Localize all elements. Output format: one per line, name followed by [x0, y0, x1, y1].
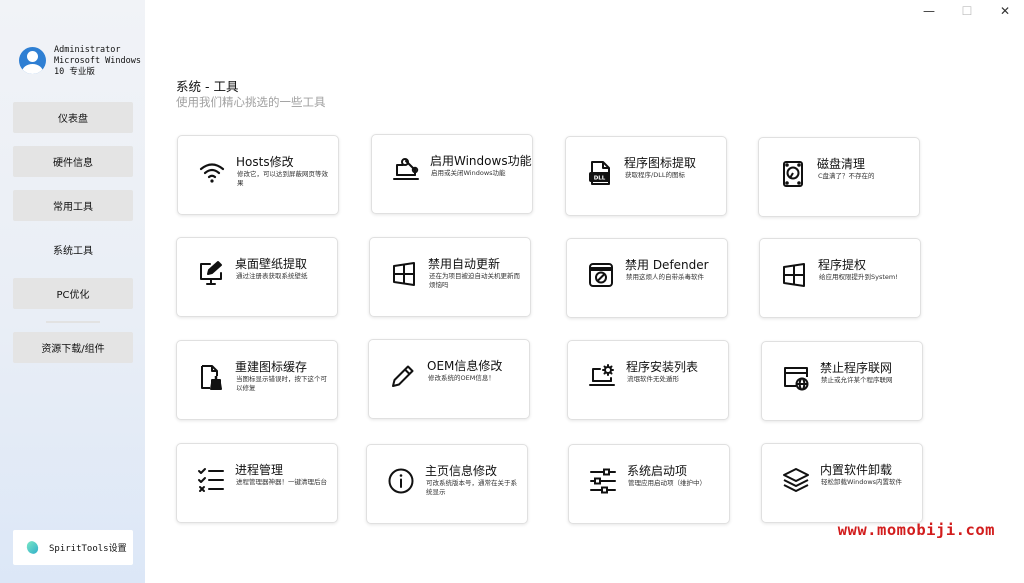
user-info: Administrator Microsoft Windows 10 专业版: [54, 45, 141, 78]
card-oem-info[interactable]: OEM信息修改 修改系统的OEM信息！: [368, 339, 530, 419]
user-name: Administrator: [54, 45, 121, 55]
os-edition: 10 专业版: [54, 67, 95, 77]
laptop-gear-icon: [588, 363, 616, 391]
os-name: Microsoft Windows: [54, 56, 141, 66]
info-icon: [387, 467, 415, 495]
card-title: Hosts修改: [236, 155, 294, 169]
card-wallpaper-extract[interactable]: 桌面壁纸提取 通过注册表获取系统壁纸: [176, 237, 338, 317]
card-desc: 获取程序/DLL的图标: [625, 171, 685, 179]
card-title: 程序图标提取: [624, 156, 697, 170]
avatar-icon: [19, 47, 46, 74]
card-title: 进程管理: [235, 463, 284, 477]
card-title: 程序安装列表: [626, 360, 699, 374]
minimize-button[interactable]: —: [910, 0, 948, 22]
card-desc: 轻松卸载Windows内置软件: [821, 478, 903, 486]
card-title: 禁用自动更新: [428, 257, 501, 271]
card-title: 内置软件卸载: [820, 463, 893, 477]
card-title: 程序提权: [818, 258, 867, 272]
card-homepage-info[interactable]: 主页信息修改 可改系统版本号，通常在关于系统显示: [366, 444, 528, 524]
laptop-wrench-icon: [392, 157, 420, 185]
card-title: 磁盘清理: [817, 157, 866, 171]
nav-downloads[interactable]: 资源下载/组件: [13, 332, 133, 363]
layers-icon: [782, 466, 810, 494]
card-desc: 管理应用启动项（维护中）: [628, 479, 706, 487]
card-title: 禁止程序联网: [820, 361, 893, 375]
nav-dashboard[interactable]: 仪表盘: [13, 102, 133, 133]
windows-logo-icon: [780, 261, 808, 289]
card-title: 禁用 Defender: [625, 258, 709, 272]
card-disk-cleanup[interactable]: 磁盘清理 C盘满了？不存在的: [758, 137, 920, 217]
globe-window-icon: [782, 364, 810, 392]
card-rebuild-icon-cache[interactable]: 重建图标缓存 当图标显示错误时，按下这个可以修复: [176, 340, 338, 420]
page-title: 系统 - 工具: [176, 79, 239, 94]
spirittools-logo-icon: [23, 539, 41, 557]
sidebar: Administrator Microsoft Windows 10 专业版 仪…: [0, 0, 145, 583]
card-title: 启用Windows功能: [430, 154, 532, 168]
settings-button[interactable]: SpiritTools设置: [13, 530, 133, 565]
wifi-icon: [198, 158, 226, 186]
nav-common-tools[interactable]: 常用工具: [13, 190, 133, 221]
card-desc: 进程管理器神器！一键清理后台: [236, 478, 327, 486]
card-desc: 还在为项目被迫自动关机更新而烦恼吗: [429, 272, 520, 289]
card-desc: 给应用权限提升到System!: [819, 273, 898, 281]
card-title: 重建图标缓存: [235, 360, 308, 374]
file-brush-icon: [197, 363, 225, 391]
nav-pc-optimize[interactable]: PC优化: [13, 278, 133, 309]
card-block-network[interactable]: 禁止程序联网 禁止或允许某个程序联网: [761, 341, 923, 421]
monitor-edit-icon: [197, 260, 225, 288]
card-startup-items[interactable]: 系统启动项 管理应用启动项（维护中）: [568, 444, 730, 524]
card-windows-features[interactable]: 启用Windows功能 启用或关闭Windows功能: [371, 134, 533, 214]
card-privilege[interactable]: 程序提权 给应用权限提升到System!: [759, 238, 921, 318]
watermark: www.momobiji.com: [837, 521, 995, 539]
checklist-icon: [197, 466, 225, 494]
card-process-manager[interactable]: 进程管理 进程管理器神器！一键清理后台: [176, 443, 338, 523]
sliders-icon: [589, 467, 617, 495]
card-disable-defender[interactable]: 禁用 Defender 禁用这烦人的自带杀毒软件: [566, 238, 728, 318]
user-profile: Administrator Microsoft Windows 10 专业版: [19, 45, 141, 78]
card-desc: 禁用这烦人的自带杀毒软件: [626, 273, 704, 281]
card-hosts[interactable]: Hosts修改 修改它，可以达到屏蔽网页等效果: [177, 135, 339, 215]
card-disable-update[interactable]: 禁用自动更新 还在为项目被迫自动关机更新而烦恼吗: [369, 237, 531, 317]
card-icon-extract[interactable]: DLL 程序图标提取 获取程序/DLL的图标: [565, 136, 727, 216]
card-desc: 启用或关闭Windows功能: [431, 169, 506, 177]
svg-text:DLL: DLL: [594, 176, 606, 182]
card-desc: 禁止或允许某个程序联网: [821, 376, 893, 384]
windows-logo-icon: [390, 260, 418, 288]
card-desc: 通过注册表获取系统壁纸: [236, 272, 308, 280]
card-installed-programs[interactable]: 程序安装列表 流氓软件无处遁形: [567, 340, 729, 420]
close-button[interactable]: ✕: [986, 0, 1024, 22]
nav-divider: [46, 321, 100, 323]
dll-file-icon: DLL: [586, 159, 614, 187]
card-desc: C盘满了？不存在的: [818, 172, 875, 180]
window-controls: — ☐ ✕: [910, 0, 1024, 22]
card-title: 桌面壁纸提取: [235, 257, 308, 271]
settings-label: SpiritTools设置: [49, 544, 127, 554]
card-desc: 修改系统的OEM信息！: [428, 374, 495, 382]
disk-icon: [779, 160, 807, 188]
page-subtitle: 使用我们精心挑选的一些工具: [176, 95, 326, 109]
card-desc: 流氓软件无处遁形: [627, 375, 679, 383]
card-builtin-uninstall[interactable]: 内置软件卸载 轻松卸载Windows内置软件: [761, 443, 923, 523]
card-title: 系统启动项: [627, 464, 688, 478]
card-desc: 可改系统版本号，通常在关于系统显示: [426, 479, 517, 496]
card-title: 主页信息修改: [425, 464, 498, 478]
nav-system-tools[interactable]: 系统工具: [13, 234, 133, 265]
maximize-button[interactable]: ☐: [948, 0, 986, 22]
pencil-icon: [389, 362, 417, 390]
card-title: OEM信息修改: [427, 359, 503, 373]
blocked-window-icon: [587, 261, 615, 289]
card-desc: 当图标显示错误时，按下这个可以修复: [236, 375, 327, 392]
card-desc: 修改它，可以达到屏蔽网页等效果: [237, 170, 328, 187]
nav-hardware-info[interactable]: 硬件信息: [13, 146, 133, 177]
